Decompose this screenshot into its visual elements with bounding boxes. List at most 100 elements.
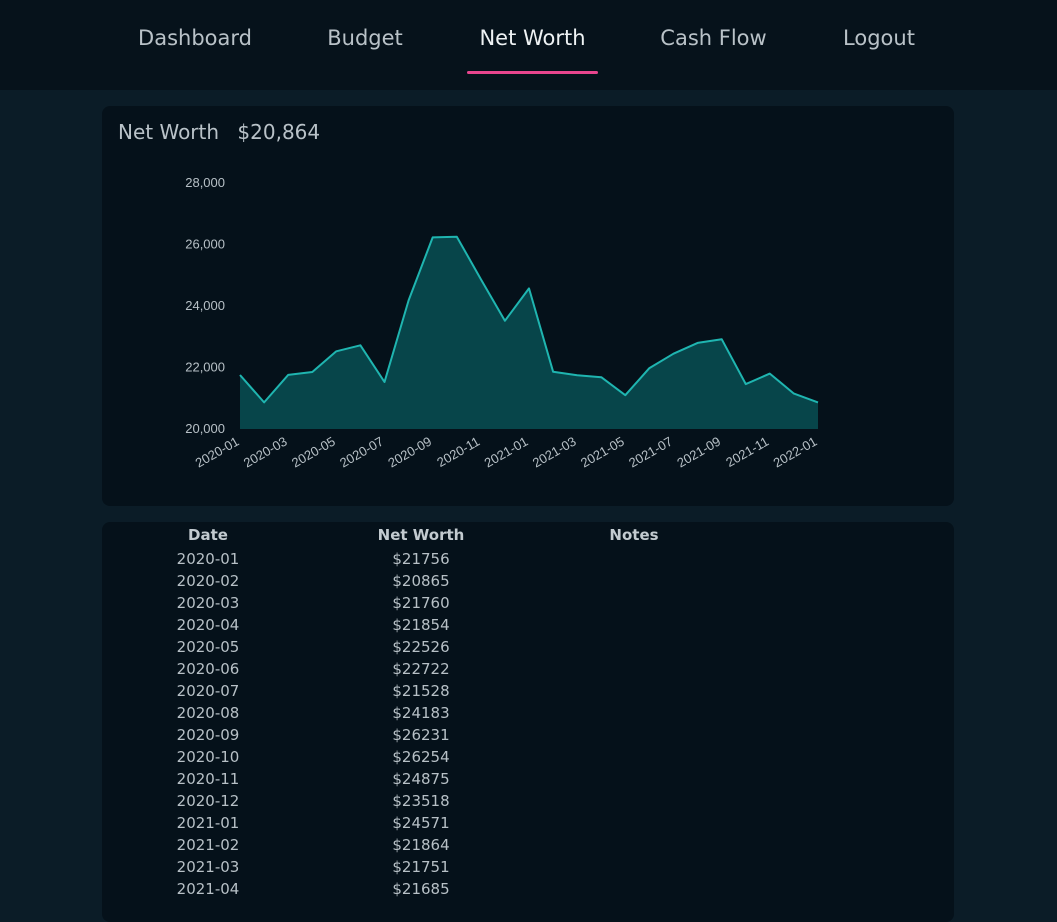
- data-point[interactable]: [333, 348, 339, 354]
- row-date: 2020-10: [176, 748, 240, 766]
- data-point[interactable]: [478, 276, 484, 282]
- data-point[interactable]: [261, 399, 267, 405]
- row-date: 2020-04: [176, 616, 240, 634]
- data-point[interactable]: [574, 372, 580, 378]
- data-point[interactable]: [406, 297, 412, 303]
- net-worth-area: [240, 236, 818, 429]
- data-point[interactable]: [719, 336, 725, 342]
- row-date: 2020-01: [176, 550, 240, 568]
- table-row: 2020-09 $26231: [102, 724, 954, 746]
- data-point[interactable]: [526, 285, 532, 291]
- nav-label: Dashboard: [138, 26, 252, 50]
- net-worth-chart-card: Net Worth $20,864 20,000 22,000 24,000 26,0…: [102, 106, 954, 506]
- row-date: 2020-09: [176, 726, 240, 744]
- row-date: 2020-02: [176, 572, 240, 590]
- table-row: 2020-05 $22526: [102, 636, 954, 658]
- row-net-worth: $24875: [392, 770, 450, 788]
- row-date: 2021-02: [176, 836, 240, 854]
- data-point[interactable]: [622, 392, 628, 398]
- table-row: 2021-02 $21864: [102, 834, 954, 856]
- nav-label: Logout: [843, 26, 915, 50]
- row-net-worth: $21685: [392, 880, 450, 898]
- data-point[interactable]: [550, 369, 556, 375]
- row-net-worth: $22526: [392, 638, 450, 656]
- data-point[interactable]: [815, 399, 821, 405]
- data-point[interactable]: [382, 379, 388, 385]
- data-point[interactable]: [671, 351, 677, 357]
- row-net-worth: $21751: [392, 858, 450, 876]
- nav-label: Net Worth: [479, 26, 586, 50]
- x-tick-label: 2020-05: [289, 434, 338, 471]
- table-row: 2021-01 $24571: [102, 812, 954, 834]
- row-date: 2020-07: [176, 682, 240, 700]
- row-net-worth: $24183: [392, 704, 450, 722]
- x-tick-label: 2021-05: [578, 434, 627, 471]
- table-row: 2020-06 $22722: [102, 658, 954, 680]
- nav-dashboard[interactable]: Dashboard: [126, 26, 264, 74]
- data-point[interactable]: [430, 234, 436, 240]
- active-tab-indicator: [467, 71, 598, 74]
- row-date: 2020-08: [176, 704, 240, 722]
- row-date: 2020-11: [176, 770, 240, 788]
- data-point[interactable]: [695, 340, 701, 346]
- nav-budget[interactable]: Budget: [313, 26, 417, 74]
- y-tick-label: 28,000: [185, 175, 225, 190]
- row-date: 2021-04: [176, 880, 240, 898]
- x-tick-label: 2021-01: [482, 434, 531, 471]
- table-row: 2020-02 $20865: [102, 570, 954, 592]
- table-row: 2020-10 $26254: [102, 746, 954, 768]
- row-net-worth: $20865: [392, 572, 450, 590]
- data-point[interactable]: [646, 365, 652, 371]
- x-tick-label: 2021-03: [530, 434, 579, 471]
- table-row: 2020-12 $23518: [102, 790, 954, 812]
- row-net-worth: $22722: [392, 660, 450, 678]
- row-net-worth: $26254: [392, 748, 450, 766]
- row-net-worth: $23518: [392, 792, 450, 810]
- row-date: 2020-05: [176, 638, 240, 656]
- nav-label: Budget: [327, 26, 403, 50]
- row-net-worth: $21756: [392, 550, 450, 568]
- top-navigation: Dashboard Budget Net Worth Cash Flow Log…: [0, 0, 1057, 90]
- x-tick-label: 2021-11: [723, 434, 771, 470]
- net-worth-chart: 20,00022,00024,00026,00028,0002020-01 202…: [185, 175, 821, 471]
- row-date: 2020-03: [176, 594, 240, 612]
- table-row: 2020-01 $21756: [102, 548, 954, 570]
- x-tick-label: 2020-11: [434, 434, 482, 470]
- row-net-worth: $26231: [392, 726, 450, 744]
- data-point[interactable]: [357, 342, 363, 348]
- table-row: 2020-11 $24875: [102, 768, 954, 790]
- x-tick-label: 2020-03: [241, 434, 290, 471]
- nav-logout[interactable]: Logout: [829, 26, 929, 74]
- data-point[interactable]: [791, 391, 797, 397]
- net-worth-table-card: Date Net Worth Notes 2020-01 $21756 2020-0…: [102, 522, 954, 922]
- table-row: 2021-03 $21751: [102, 856, 954, 878]
- nav-net-worth[interactable]: Net Worth: [467, 26, 598, 74]
- table-row: 2021-04 $21685: [102, 878, 954, 900]
- x-tick-label: 2022-01: [771, 434, 820, 471]
- y-tick-label: 26,000: [185, 237, 225, 252]
- x-tick-label: 2021-07: [626, 434, 675, 471]
- row-net-worth: $21528: [392, 682, 450, 700]
- data-point[interactable]: [309, 369, 315, 375]
- y-tick-label: 20,000: [185, 421, 225, 436]
- data-point[interactable]: [454, 234, 460, 240]
- table-row: 2020-07 $21528: [102, 680, 954, 702]
- column-header-date: Date: [188, 526, 228, 544]
- data-point[interactable]: [502, 318, 508, 324]
- data-point[interactable]: [598, 374, 604, 380]
- column-header-notes: Notes: [609, 526, 659, 544]
- column-header-net-worth: Net Worth: [377, 526, 465, 544]
- table-row: 2020-03 $21760: [102, 592, 954, 614]
- nav-cash-flow[interactable]: Cash Flow: [648, 26, 779, 74]
- net-worth-table-body: 2020-01 $21756 2020-02 $20865 2020-03 $21760 2…: [102, 548, 954, 900]
- data-point[interactable]: [767, 371, 773, 377]
- x-tick-label: 2020-09: [385, 434, 434, 471]
- y-tick-label: 22,000: [185, 360, 225, 375]
- row-net-worth: $21760: [392, 594, 450, 612]
- table-row: 2020-04 $21854: [102, 614, 954, 636]
- data-point[interactable]: [743, 381, 749, 387]
- row-date: 2020-12: [176, 792, 240, 810]
- data-point[interactable]: [237, 372, 243, 378]
- data-point[interactable]: [285, 372, 291, 378]
- x-tick-label: 2021-09: [674, 434, 723, 471]
